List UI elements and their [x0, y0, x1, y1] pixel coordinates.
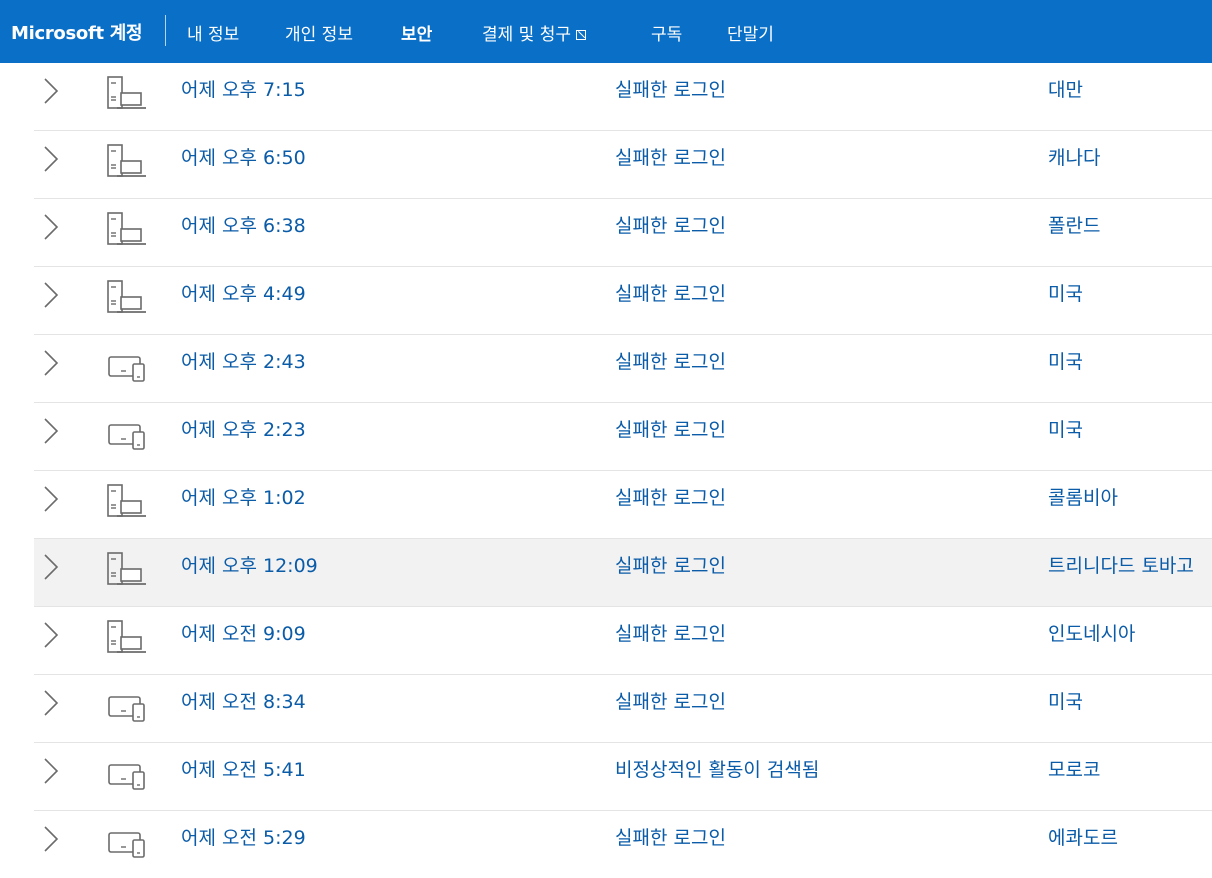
activity-location[interactable]: 미국 [1048, 415, 1083, 442]
brand-title[interactable]: Microsoft 계정 [11, 19, 143, 45]
laptop-phone-icon [106, 415, 148, 451]
activity-time[interactable]: 어제 오후 6:38 [181, 211, 306, 238]
chevron-right-icon[interactable] [40, 825, 60, 853]
activity-time[interactable]: 어제 오전 5:41 [181, 755, 306, 782]
nav-subscriptions[interactable]: 구독 [651, 20, 682, 45]
top-navigation-bar: Microsoft 계정 내 정보 개인 정보 보안 결제 및 청구 구독 단말… [0, 0, 1212, 63]
activity-time[interactable]: 어제 오후 7:15 [181, 75, 306, 102]
activity-event[interactable]: 실패한 로그인 [615, 75, 726, 102]
nav-payment-billing-label: 결제 및 청구 [482, 25, 572, 45]
activity-location[interactable]: 콜롬비아 [1048, 483, 1118, 510]
desktop-laptop-icon [106, 551, 148, 587]
chevron-right-icon[interactable] [40, 553, 60, 581]
chevron-right-icon[interactable] [40, 485, 60, 513]
activity-event[interactable]: 실패한 로그인 [615, 823, 726, 850]
desktop-laptop-icon [106, 483, 148, 519]
activity-event[interactable]: 실패한 로그인 [615, 279, 726, 306]
activity-event[interactable]: 실패한 로그인 [615, 211, 726, 238]
chevron-right-icon[interactable] [40, 281, 60, 309]
activity-location[interactable]: 미국 [1048, 347, 1083, 374]
activity-row[interactable]: 어제 오전 9:09 실패한 로그인 인도네시아 [34, 607, 1212, 675]
activity-event[interactable]: 비정상적인 활동이 검색됨 [615, 755, 819, 782]
chevron-right-icon[interactable] [40, 417, 60, 445]
activity-time[interactable]: 어제 오후 2:23 [181, 415, 306, 442]
activity-event[interactable]: 실패한 로그인 [615, 551, 726, 578]
nav-devices[interactable]: 단말기 [727, 20, 774, 45]
activity-row[interactable]: 어제 오전 5:41 비정상적인 활동이 검색됨 모로코 [34, 743, 1212, 811]
activity-time[interactable]: 어제 오후 12:09 [181, 551, 318, 578]
activity-time[interactable]: 어제 오후 1:02 [181, 483, 306, 510]
activity-event[interactable]: 실패한 로그인 [615, 483, 726, 510]
activity-row[interactable]: 어제 오후 7:15 실패한 로그인 대만 [34, 63, 1212, 131]
activity-location[interactable]: 캐나다 [1048, 143, 1100, 170]
desktop-laptop-icon [106, 143, 148, 179]
activity-location[interactable]: 폴란드 [1048, 211, 1100, 238]
activity-location[interactable]: 모로코 [1048, 755, 1100, 782]
activity-event[interactable]: 실패한 로그인 [615, 619, 726, 646]
nav-personal-info[interactable]: 개인 정보 [285, 20, 353, 45]
desktop-laptop-icon [106, 75, 148, 111]
activity-time[interactable]: 어제 오후 2:43 [181, 347, 306, 374]
chevron-right-icon[interactable] [40, 689, 60, 717]
chevron-right-icon[interactable] [40, 757, 60, 785]
nav-payment-billing[interactable]: 결제 및 청구 [482, 20, 587, 45]
activity-time[interactable]: 어제 오후 6:50 [181, 143, 306, 170]
nav-security[interactable]: 보안 [401, 20, 432, 45]
laptop-phone-icon [106, 687, 148, 723]
activity-row[interactable]: 어제 오후 2:23 실패한 로그인 미국 [34, 403, 1212, 471]
external-link-icon [576, 30, 587, 40]
desktop-laptop-icon [106, 619, 148, 655]
activity-list: 어제 오후 7:15 실패한 로그인 대만 어제 오후 6:50 실패한 로그인 캐나다 어… [34, 63, 1212, 878]
activity-row[interactable]: 어제 오후 1:02 실패한 로그인 콜롬비아 [34, 471, 1212, 539]
laptop-phone-icon [106, 823, 148, 859]
activity-location[interactable]: 트리니다드 토바고 [1048, 551, 1194, 578]
activity-row[interactable]: 어제 오후 12:09 실패한 로그인 트리니다드 토바고 [34, 539, 1212, 607]
activity-location[interactable]: 대만 [1048, 75, 1083, 102]
activity-event[interactable]: 실패한 로그인 [615, 347, 726, 374]
chevron-right-icon[interactable] [40, 621, 60, 649]
activity-time[interactable]: 어제 오전 5:29 [181, 823, 306, 850]
nav-my-info[interactable]: 내 정보 [187, 20, 239, 45]
activity-row[interactable]: 어제 오후 6:50 실패한 로그인 캐나다 [34, 131, 1212, 199]
activity-time[interactable]: 어제 오후 4:49 [181, 279, 306, 306]
activity-event[interactable]: 실패한 로그인 [615, 687, 726, 714]
chevron-right-icon[interactable] [40, 349, 60, 377]
activity-time[interactable]: 어제 오전 9:09 [181, 619, 306, 646]
activity-location[interactable]: 인도네시아 [1048, 619, 1135, 646]
activity-location[interactable]: 에콰도르 [1048, 823, 1118, 850]
activity-event[interactable]: 실패한 로그인 [615, 143, 726, 170]
desktop-laptop-icon [106, 211, 148, 247]
activity-time[interactable]: 어제 오전 8:34 [181, 687, 306, 714]
brand-divider [165, 15, 166, 46]
activity-row[interactable]: 어제 오후 6:38 실패한 로그인 폴란드 [34, 199, 1212, 267]
activity-row[interactable]: 어제 오후 2:43 실패한 로그인 미국 [34, 335, 1212, 403]
activity-event[interactable]: 실패한 로그인 [615, 415, 726, 442]
activity-row[interactable]: 어제 오후 4:49 실패한 로그인 미국 [34, 267, 1212, 335]
activity-row[interactable]: 어제 오전 8:34 실패한 로그인 미국 [34, 675, 1212, 743]
activity-location[interactable]: 미국 [1048, 687, 1083, 714]
chevron-right-icon[interactable] [40, 213, 60, 241]
laptop-phone-icon [106, 347, 148, 383]
desktop-laptop-icon [106, 279, 148, 315]
chevron-right-icon[interactable] [40, 145, 60, 173]
chevron-right-icon[interactable] [40, 77, 60, 105]
activity-location[interactable]: 미국 [1048, 279, 1083, 306]
laptop-phone-icon [106, 755, 148, 791]
